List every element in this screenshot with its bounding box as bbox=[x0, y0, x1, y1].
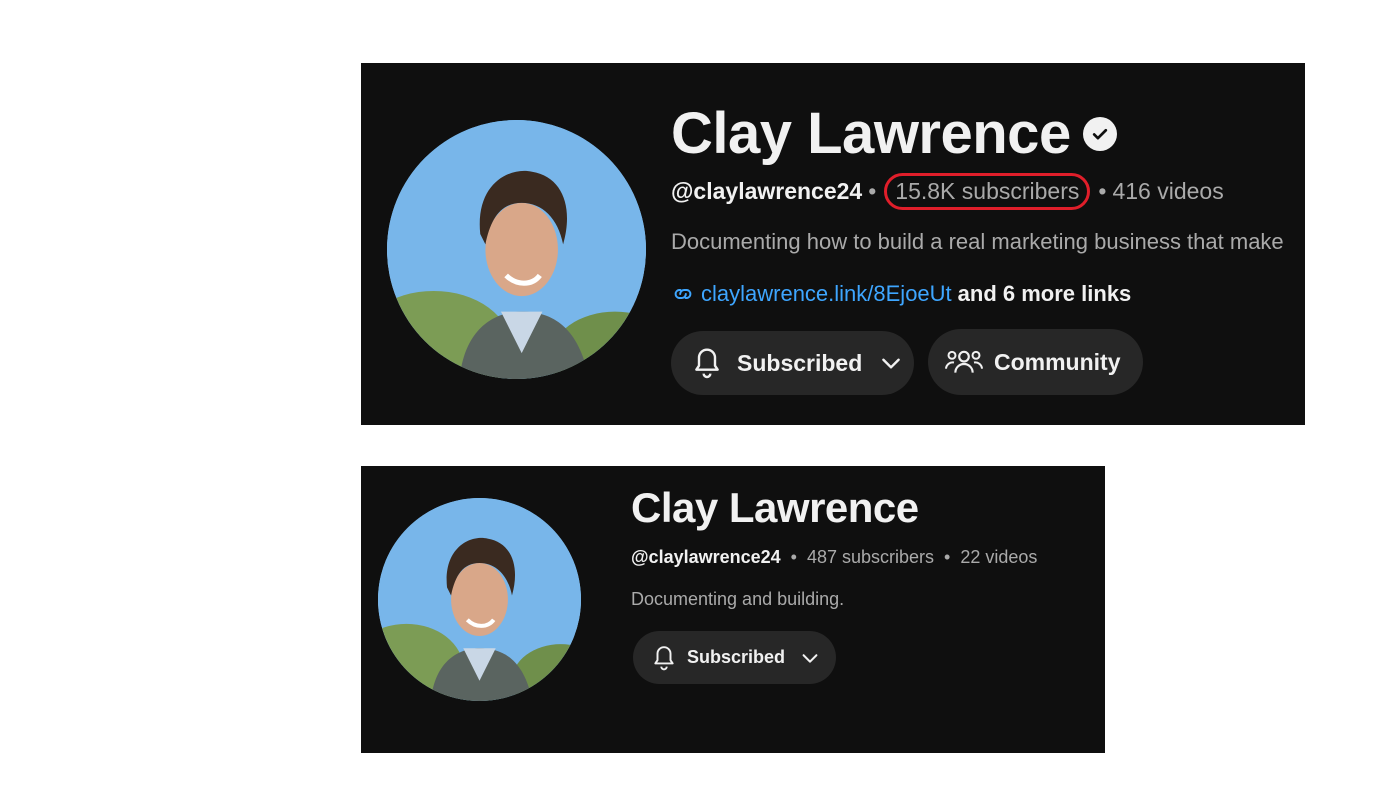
channel-header-large: Clay Lawrence @claylawrence24 • 15.8K su… bbox=[361, 63, 1305, 425]
meta-separator: • bbox=[868, 177, 877, 204]
community-label: Community bbox=[994, 348, 1121, 375]
community-people-icon bbox=[944, 345, 984, 379]
subscriber-count: 487 subscribers bbox=[806, 546, 935, 567]
channel-header-small: Clay Lawrence @claylawrence24 • 487 subs… bbox=[361, 466, 1105, 753]
channel-title: Clay Lawrence bbox=[671, 99, 1117, 169]
meta-separator: • bbox=[790, 546, 797, 567]
avatar-photo bbox=[387, 120, 646, 379]
subscribed-button[interactable]: Subscribed bbox=[671, 331, 914, 395]
channel-meta-row: @claylawrence24 • 15.8K subscribers • 41… bbox=[671, 172, 1224, 210]
chevron-down-icon bbox=[799, 647, 821, 669]
channel-meta-row: @claylawrence24 • 487 subscribers • 22 v… bbox=[631, 544, 1037, 570]
link-icon bbox=[671, 282, 695, 306]
channel-name: Clay Lawrence bbox=[671, 101, 1071, 166]
video-count: 22 videos bbox=[960, 546, 1038, 567]
bell-icon bbox=[651, 643, 677, 673]
channel-handle: @claylawrence24 bbox=[631, 546, 781, 567]
avatar-photo bbox=[378, 498, 581, 701]
channel-name: Clay Lawrence bbox=[631, 484, 919, 531]
channel-link[interactable]: claylawrence.link/8EjoeUt bbox=[701, 279, 952, 309]
verified-check-icon bbox=[1082, 117, 1117, 151]
chevron-down-icon bbox=[878, 350, 904, 376]
community-button[interactable]: Community bbox=[928, 329, 1143, 395]
channel-handle: @claylawrence24 bbox=[671, 177, 863, 204]
subscriber-count: 15.8K subscribers bbox=[884, 172, 1091, 210]
bell-icon bbox=[691, 345, 723, 381]
video-count: 416 videos bbox=[1112, 177, 1224, 204]
subscribed-label: Subscribed bbox=[737, 349, 863, 376]
subscribed-button[interactable]: Subscribed bbox=[633, 631, 836, 684]
channel-description[interactable]: Documenting how to build a real marketin… bbox=[671, 227, 1284, 257]
meta-separator: • bbox=[1098, 177, 1107, 204]
channel-avatar[interactable] bbox=[387, 120, 646, 379]
channel-links: claylawrence.link/8EjoeUt and 6 more lin… bbox=[671, 279, 1131, 309]
channel-avatar[interactable] bbox=[378, 498, 581, 701]
meta-separator: • bbox=[944, 546, 951, 567]
more-links-button[interactable]: and 6 more links bbox=[958, 279, 1132, 309]
channel-description[interactable]: Documenting and building. bbox=[631, 586, 844, 612]
subscribed-label: Subscribed bbox=[687, 647, 786, 667]
channel-title: Clay Lawrence bbox=[631, 482, 919, 534]
